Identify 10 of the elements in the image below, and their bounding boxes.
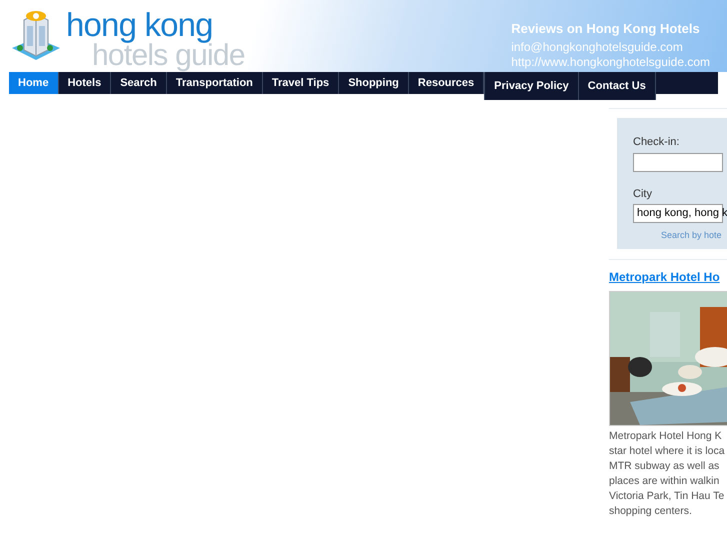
hotel-description: Metropark Hotel Hong K star hotel where it is loca MTR subway as well as places are within walkin Victoria Park, Tin Hau Te shopping centers. xyxy=(609,429,726,519)
city-label: City xyxy=(633,186,653,202)
checkin-field[interactable] xyxy=(633,152,723,172)
nav-tab[interactable]: Home xyxy=(9,72,59,94)
logo-title: hong kong xyxy=(66,8,214,41)
hotel-title-link[interactable]: Metropark Hotel Ho xyxy=(609,268,727,286)
tagline: Reviews on Hong Kong Hotels xyxy=(511,22,701,36)
hotel-building-icon xyxy=(10,8,62,60)
checkin-label: Check-in: xyxy=(633,135,680,150)
nav-tab[interactable]: Hotels xyxy=(58,72,112,94)
